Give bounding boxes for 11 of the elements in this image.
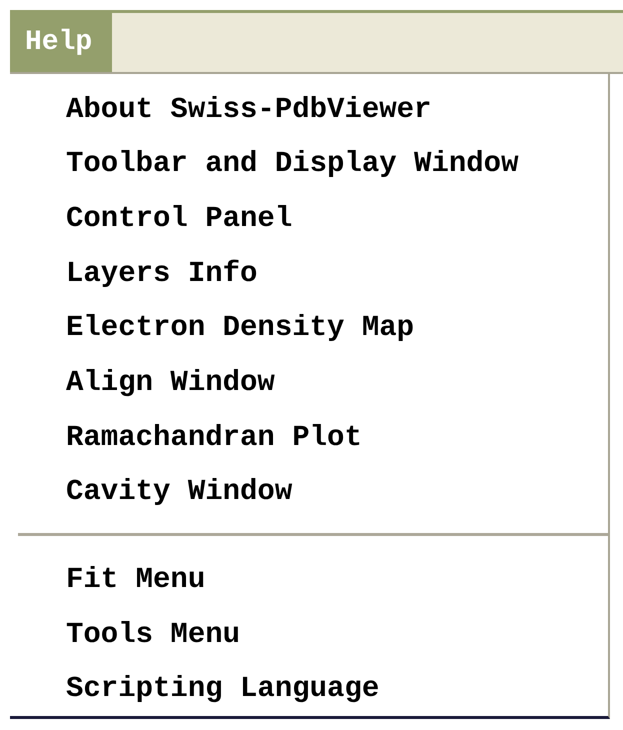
menu-item[interactable]: Cavity Window (10, 464, 608, 520)
menu-item[interactable]: Layers Info (10, 246, 608, 301)
menu-item[interactable]: Scripting Language (10, 661, 608, 716)
menu-item[interactable]: Control Panel (10, 191, 608, 246)
menu-item[interactable]: Toolbar and Display Window (10, 136, 608, 192)
menu-item[interactable]: About Swiss-PdbViewer (10, 82, 608, 137)
menu-item[interactable]: Align Window (10, 355, 608, 410)
menu-item[interactable]: Fit Menu (10, 552, 608, 607)
menu-item[interactable]: Ramachandran Plot (10, 410, 608, 464)
menu-item[interactable]: Electron Density Map (10, 300, 608, 356)
menu-item[interactable]: Tools Menu (10, 606, 608, 662)
